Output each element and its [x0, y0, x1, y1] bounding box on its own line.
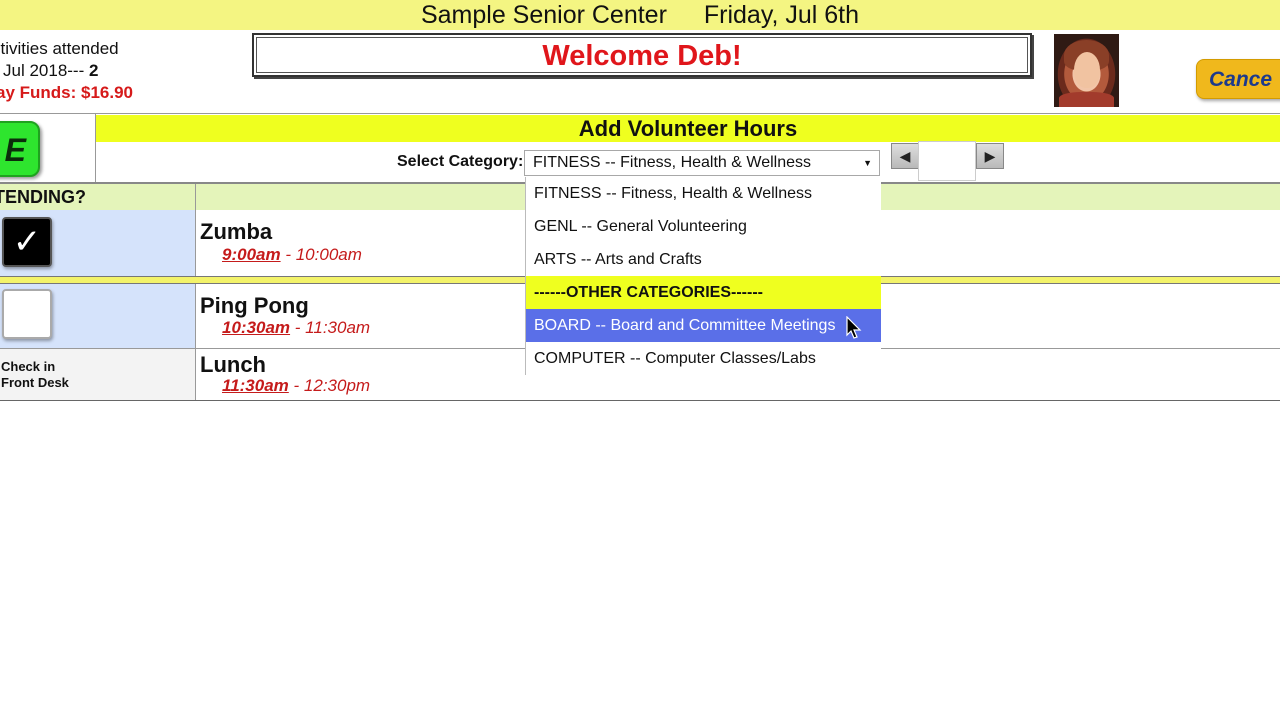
welcome-banner: Welcome Deb!: [252, 33, 1032, 77]
activity-end-time: - 10:00am: [285, 245, 362, 264]
activity-name: Ping Pong: [200, 293, 309, 318]
attending-cell: Check in Front Desk: [0, 349, 195, 400]
funds-balance: ay Funds: $16.90: [0, 83, 134, 102]
current-date: Friday, Jul 6th: [703, 1, 860, 29]
attending-cell: [0, 284, 195, 348]
activity-time: 10:30am - 11:30am: [222, 318, 370, 338]
month-label: Jul 2018---: [3, 61, 85, 80]
activities-attended-label: ctivities attended: [0, 39, 119, 58]
activity-start-link[interactable]: 11:30am: [222, 376, 289, 395]
member-stats: ctivities attended Jul 2018--- 2 ay Fund…: [0, 38, 240, 104]
right-arrow-icon: ▶: [984, 148, 996, 164]
attending-checkbox[interactable]: [2, 289, 52, 339]
avatar-face: [1074, 52, 1100, 88]
dropdown-option-highlighted[interactable]: BOARD -- Board and Committee Meetings: [526, 309, 881, 342]
activity-end-time: - 11:30am: [294, 318, 371, 337]
activity-time: 9:00am - 10:00am: [222, 245, 362, 265]
header-divider: [0, 113, 1280, 114]
activity-name: Lunch: [200, 352, 266, 377]
activity-start-link[interactable]: 10:30am: [222, 318, 290, 337]
activity-start-link[interactable]: 9:00am: [222, 245, 281, 264]
dropdown-option[interactable]: ARTS -- Arts and Crafts: [526, 243, 881, 276]
front-desk-note-line2: Front Desk: [1, 375, 69, 390]
category-dropdown-list: FITNESS -- Fitness, Health & Wellness GE…: [525, 177, 881, 375]
top-bar: Sample Senior Center Friday, Jul 6th: [0, 0, 1280, 30]
avatar: [1054, 34, 1119, 107]
add-volunteer-hours-title: Add Volunteer Hours: [96, 115, 1280, 142]
front-desk-note: Check in Front Desk: [1, 359, 69, 391]
dropdown-option[interactable]: FITNESS -- Fitness, Health & Wellness: [526, 177, 881, 210]
category-select-value: FITNESS -- Fitness, Health & Wellness: [533, 154, 811, 171]
activity-count: 2: [89, 61, 99, 80]
checkmark-icon: ✓: [12, 223, 42, 261]
center-name: Sample Senior Center: [420, 1, 667, 29]
attending-checkbox-checked[interactable]: ✓: [2, 217, 52, 267]
category-select[interactable]: FITNESS -- Fitness, Health & Wellness ▼: [524, 150, 880, 176]
save-button[interactable]: E: [0, 121, 40, 177]
dropdown-option[interactable]: GENL -- General Volunteering: [526, 210, 881, 243]
attending-label: TENDING?: [0, 187, 86, 207]
avatar-shirt: [1059, 92, 1114, 107]
activity-end-time: - 12:30pm: [293, 376, 371, 395]
attending-column-divider: [195, 184, 196, 210]
front-desk-note-line1: Check in: [1, 359, 56, 374]
select-category-label: Select Category:: [397, 153, 524, 170]
activity-name: Zumba: [200, 219, 273, 244]
cancel-button[interactable]: Cance: [1196, 59, 1280, 99]
decrement-button[interactable]: ◀: [891, 143, 919, 169]
senior-center-page: Sample Senior Center Friday, Jul 6th cti…: [0, 0, 1280, 720]
left-arrow-icon: ◀: [899, 148, 911, 164]
dropdown-arrow-icon: ▼: [863, 158, 872, 168]
activity-time: 11:30am - 12:30pm: [222, 376, 370, 396]
month-activity-count: Jul 2018--- 2: [3, 60, 240, 82]
dropdown-group-header: ------OTHER CATEGORIES------: [526, 276, 881, 309]
attending-cell: ✓: [0, 210, 195, 276]
hours-input[interactable]: [918, 141, 976, 181]
dropdown-option[interactable]: COMPUTER -- Computer Classes/Labs: [526, 342, 881, 375]
mouse-cursor-icon: [846, 316, 862, 339]
increment-button[interactable]: ▶: [976, 143, 1004, 169]
